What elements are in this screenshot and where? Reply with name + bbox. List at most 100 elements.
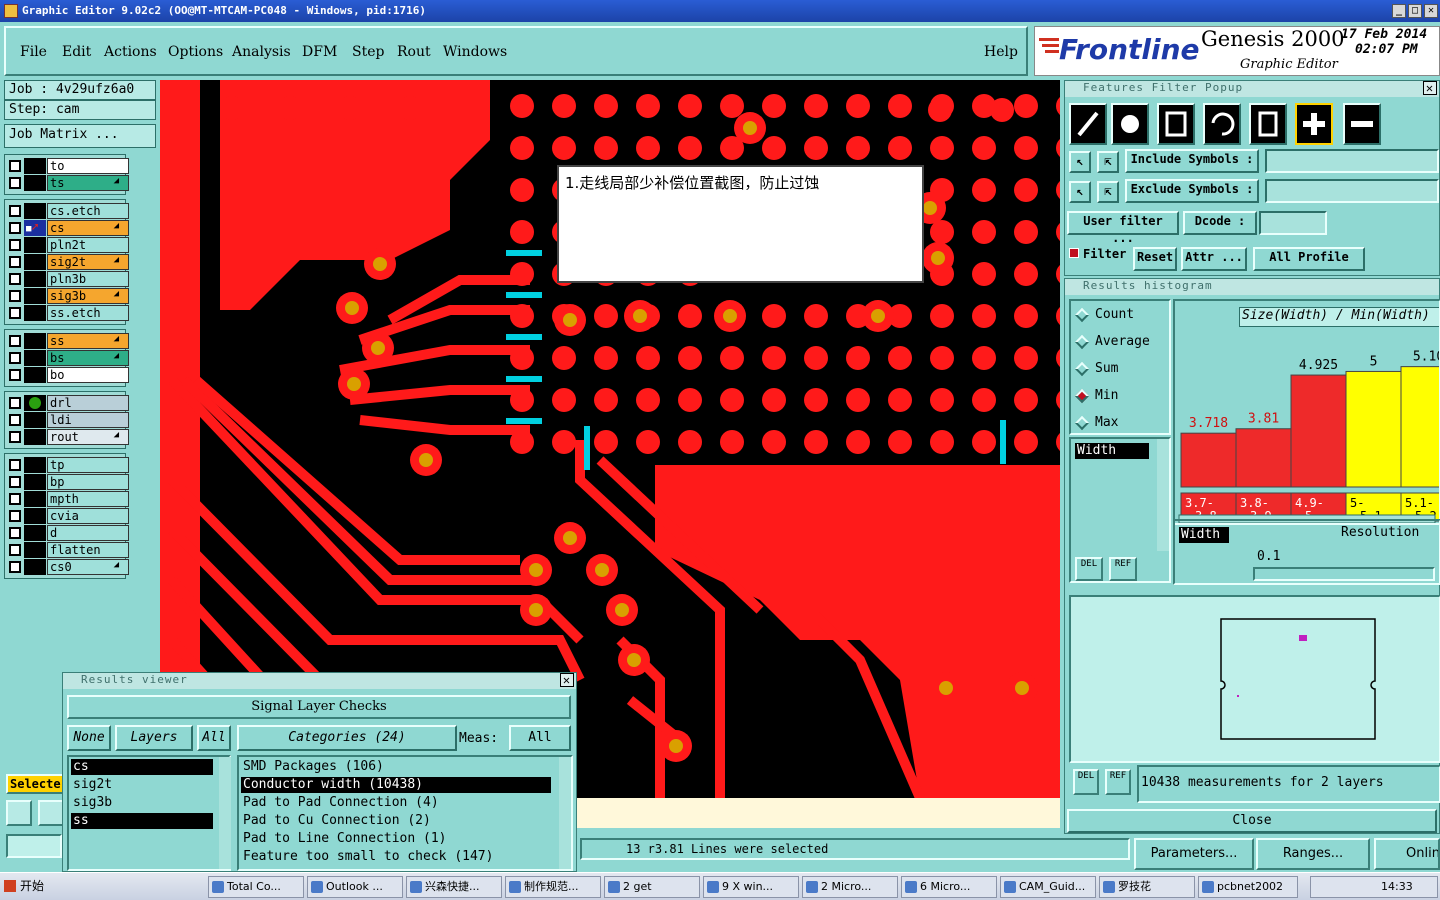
category-list-scrollbar[interactable] <box>559 757 571 869</box>
start-button[interactable]: 开始 <box>2 876 48 898</box>
user-filter-button[interactable]: User filter ... <box>1067 211 1179 245</box>
parameters-button[interactable]: Parameters... <box>1134 838 1254 870</box>
layer-swatch[interactable] <box>24 271 46 287</box>
taskbar-item[interactable]: 罗技花 <box>1099 876 1195 898</box>
result-category-item[interactable]: Pad to Line Connection (1) <box>241 831 551 847</box>
layer-checkbox[interactable] <box>9 493 21 505</box>
layer-swatch[interactable] <box>24 305 46 321</box>
minimize-button[interactable]: _ <box>1392 4 1406 18</box>
layer-swatch[interactable] <box>24 350 46 366</box>
radio-average[interactable]: Average <box>1074 334 1150 349</box>
attribute-scrollbar[interactable] <box>1157 439 1169 551</box>
result-layer-item[interactable]: ss <box>71 813 213 829</box>
layer-context-icon[interactable]: ◢ <box>114 176 119 186</box>
layer-swatch[interactable] <box>24 333 46 349</box>
result-category-item[interactable]: Pad to Pad Connection (4) <box>241 795 551 811</box>
layer-row-ts[interactable]: ts ◢ <box>7 175 129 191</box>
attribute-width-item[interactable]: Width <box>1075 443 1149 459</box>
close-window-button[interactable]: ✕ <box>1424 4 1438 18</box>
taskbar-item[interactable]: Total Co... <box>208 876 304 898</box>
radio-sum[interactable]: Sum <box>1074 361 1118 376</box>
layer-checkbox[interactable] <box>9 369 21 381</box>
result-layer-item[interactable]: sig3b <box>71 795 213 811</box>
layer-list-scrollbar[interactable] <box>219 757 231 869</box>
layer-row-cs-etch[interactable]: cs.etch <box>7 203 129 219</box>
layer-context-icon[interactable]: ◢ <box>114 334 119 344</box>
layer-context-icon[interactable]: ◢ <box>114 351 119 361</box>
reset-button[interactable]: Reset <box>1133 247 1177 271</box>
ref-button-bottom[interactable]: REF <box>1105 769 1131 795</box>
layer-row-ss[interactable]: ss ◢ <box>7 333 129 349</box>
layer-checkbox[interactable] <box>9 544 21 556</box>
taskbar-item[interactable]: pcbnet2002 <box>1198 876 1298 898</box>
del-button[interactable]: DEL <box>1075 557 1103 581</box>
exclude-symbols-field[interactable] <box>1265 179 1439 203</box>
layer-row-drl[interactable]: drl <box>7 395 129 411</box>
layer-swatch[interactable] <box>24 395 46 411</box>
layer-checkbox[interactable] <box>9 177 21 189</box>
layer-checkbox[interactable] <box>9 431 21 443</box>
layer-context-icon[interactable]: ◢ <box>114 289 119 299</box>
layer-checkbox[interactable] <box>9 307 21 319</box>
layer-row-cs[interactable]: ■➚ cs ◢ <box>7 220 129 236</box>
layer-checkbox[interactable] <box>9 510 21 522</box>
layer-swatch[interactable] <box>24 158 46 174</box>
radio-max[interactable]: Max <box>1074 415 1118 430</box>
layer-row-ss-etch[interactable]: ss.etch <box>7 305 129 321</box>
layer-swatch[interactable] <box>24 457 46 473</box>
result-category-item[interactable]: Pad to Cu Connection (2) <box>241 813 551 829</box>
layer-checkbox[interactable] <box>9 352 21 364</box>
text-symbol-icon[interactable] <box>1249 103 1287 145</box>
zoom-tool-icon[interactable] <box>6 800 32 826</box>
layer-checkbox[interactable] <box>9 459 21 471</box>
layer-row-pln3b[interactable]: pln3b <box>7 271 129 287</box>
layer-context-icon[interactable]: ◢ <box>114 255 119 265</box>
layer-swatch[interactable] <box>24 491 46 507</box>
layers-button[interactable]: Layers <box>115 725 193 751</box>
layer-row-mpth[interactable]: mpth <box>7 491 129 507</box>
layer-swatch[interactable] <box>24 542 46 558</box>
layer-row-to[interactable]: to <box>7 158 129 174</box>
menu-rout[interactable]: Rout <box>397 44 431 60</box>
menu-options[interactable]: Options <box>168 44 223 60</box>
layer-checkbox[interactable] <box>9 397 21 409</box>
include-symbols-field[interactable] <box>1265 149 1439 173</box>
radio-count[interactable]: Count <box>1074 307 1134 322</box>
job-matrix-button[interactable]: Job Matrix ... <box>4 124 156 148</box>
menu-analysis[interactable]: Analysis <box>232 44 291 60</box>
pick-multi-icon[interactable]: ⇱ <box>1097 151 1119 173</box>
layer-row-tp[interactable]: tp <box>7 457 129 473</box>
menu-actions[interactable]: Actions <box>104 44 157 60</box>
negative-polarity-icon[interactable] <box>1343 103 1381 145</box>
layer-row-flatten[interactable]: flatten <box>7 542 129 558</box>
select-button[interactable]: Selecte <box>6 774 66 794</box>
layer-swatch[interactable] <box>24 367 46 383</box>
layer-checkbox[interactable] <box>9 414 21 426</box>
layer-swatch[interactable] <box>24 559 46 575</box>
layer-swatch[interactable] <box>24 203 46 219</box>
menu-windows[interactable]: Windows <box>443 44 507 60</box>
taskbar-item[interactable]: 6 Micro... <box>901 876 997 898</box>
line-symbol-icon[interactable] <box>1069 103 1107 145</box>
layer-checkbox[interactable] <box>9 273 21 285</box>
result-category-item[interactable]: SMD Packages (106) <box>241 759 551 775</box>
layer-swatch[interactable] <box>24 254 46 270</box>
resolution-slider[interactable] <box>1253 567 1435 581</box>
layer-row-cvia[interactable]: cvia <box>7 508 129 524</box>
arc-symbol-icon[interactable] <box>1203 103 1241 145</box>
histogram-bar[interactable] <box>1235 428 1292 488</box>
layer-checkbox[interactable] <box>9 222 21 234</box>
layer-row-sig3b[interactable]: sig3b ◢ <box>7 288 129 304</box>
layer-swatch[interactable] <box>24 474 46 490</box>
layer-row-bs[interactable]: bs ◢ <box>7 350 129 366</box>
layer-checkbox[interactable] <box>9 335 21 347</box>
none-button[interactable]: None <box>67 725 111 751</box>
taskbar-item[interactable]: 9 X win... <box>703 876 799 898</box>
histogram-close-button[interactable]: Close <box>1067 809 1437 833</box>
histogram-bar[interactable] <box>1345 370 1402 488</box>
histogram-bar[interactable] <box>1180 432 1237 488</box>
maximize-button[interactable]: □ <box>1408 4 1422 18</box>
layer-swatch[interactable]: ■➚ <box>24 220 46 236</box>
radio-min[interactable]: Min <box>1074 388 1118 403</box>
dcode-button[interactable]: Dcode : <box>1183 211 1257 235</box>
